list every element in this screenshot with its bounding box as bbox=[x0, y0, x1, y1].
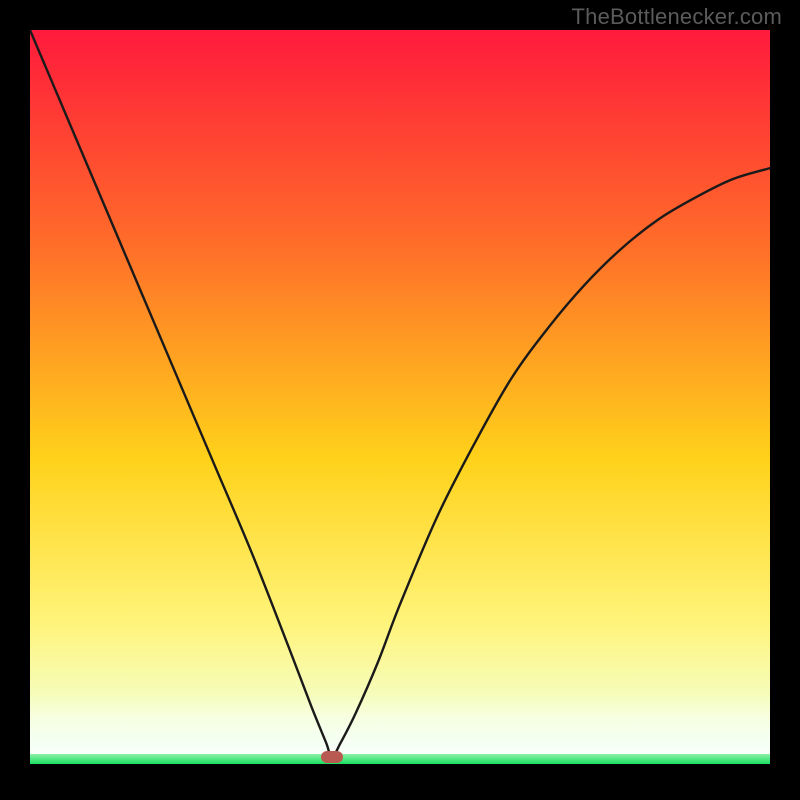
optimum-marker bbox=[321, 751, 343, 763]
watermark-text: TheBottlenecker.com bbox=[572, 4, 782, 30]
plot-area bbox=[30, 30, 770, 770]
bottleneck-curve bbox=[30, 30, 770, 770]
